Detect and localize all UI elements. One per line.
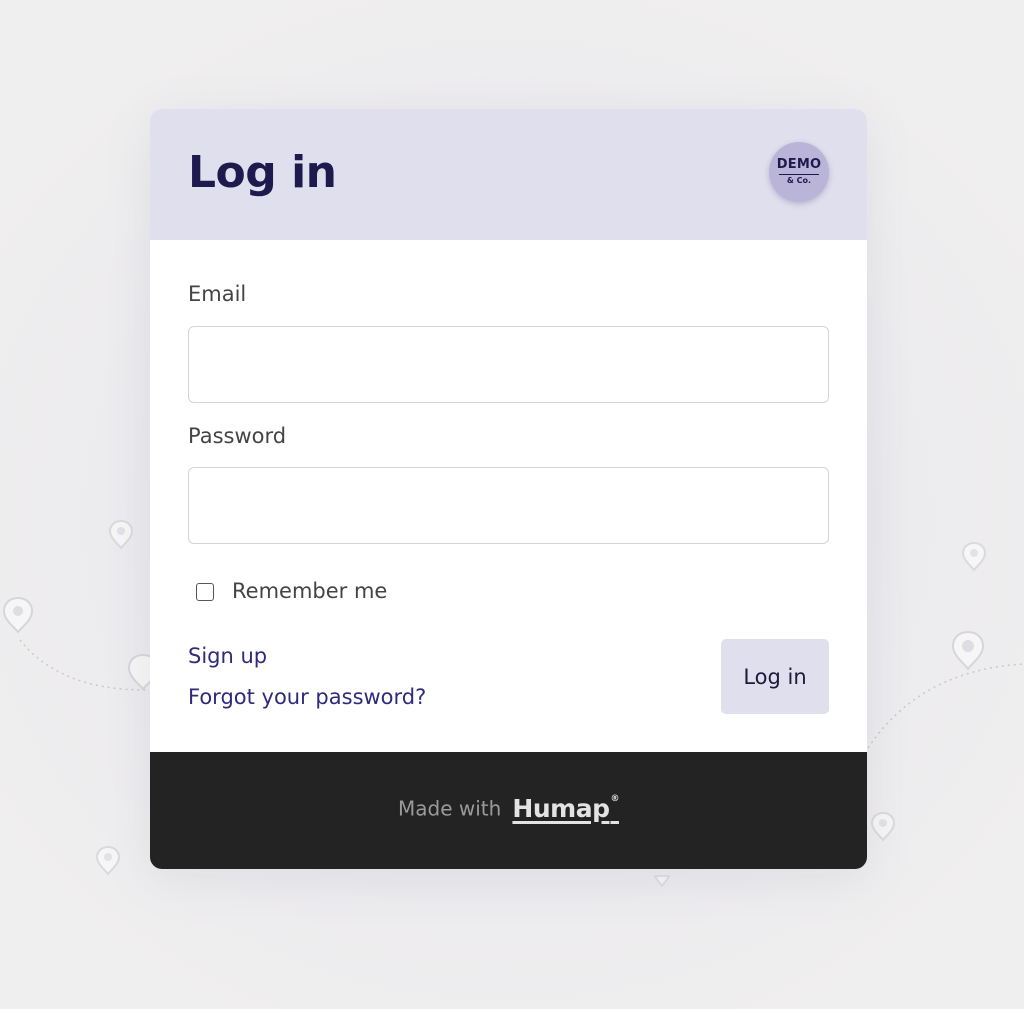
forgot-password-link[interactable]: Forgot your password? — [188, 685, 426, 709]
map-pin-icon — [95, 845, 121, 876]
remember-me-checkbox[interactable] — [196, 583, 214, 601]
map-pin-icon — [951, 630, 985, 671]
logo-sub-text: & Co. — [786, 176, 812, 185]
map-pin-icon — [870, 811, 896, 842]
humap-logo-text: Humap — [512, 794, 610, 823]
humap-brand-link[interactable]: Humap® — [512, 794, 619, 823]
map-pin-icon — [108, 519, 134, 550]
remember-me-label[interactable]: Remember me — [232, 579, 387, 603]
route-line-right — [867, 663, 1024, 749]
sign-up-link[interactable]: Sign up — [188, 644, 267, 668]
log-in-button[interactable]: Log in — [721, 639, 829, 714]
page-title: Log in — [188, 147, 337, 198]
email-field[interactable] — [188, 326, 829, 403]
card-header: Log in DEMO & Co. — [150, 109, 867, 240]
map-pin-icon — [653, 875, 671, 888]
footer-credit: Made with Humap® — [150, 794, 867, 823]
logo-divider — [779, 174, 819, 175]
password-field[interactable] — [188, 467, 829, 544]
email-label: Email — [188, 282, 247, 306]
registered-mark: ® — [610, 794, 619, 804]
route-line-left — [19, 639, 146, 691]
company-logo: DEMO & Co. — [769, 142, 829, 202]
map-pin-icon — [2, 596, 34, 634]
map-pin-icon — [961, 541, 987, 572]
made-with-text: Made with — [398, 796, 502, 821]
password-label: Password — [188, 424, 287, 448]
login-card: Log in DEMO & Co. Email Password Remembe… — [150, 109, 867, 869]
card-footer: Made with Humap® — [150, 752, 867, 869]
logo-main-text: DEMO — [776, 157, 822, 172]
